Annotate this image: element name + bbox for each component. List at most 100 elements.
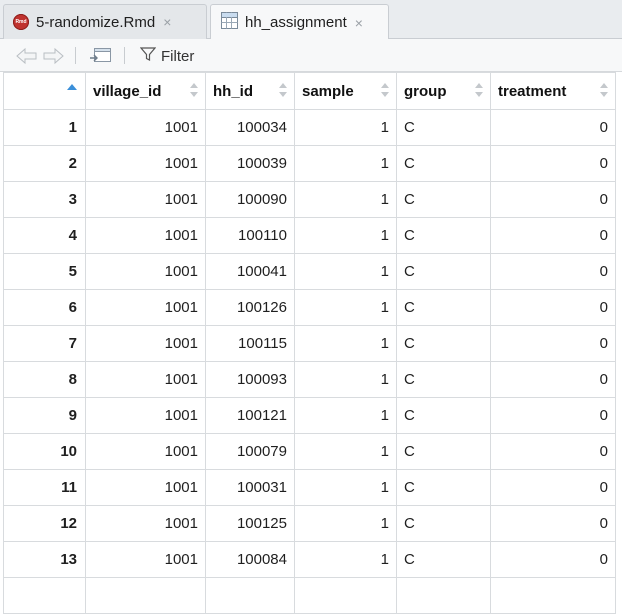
cell-sample: 1 (294, 505, 397, 542)
cell-group: C (396, 253, 491, 290)
cell-sample (294, 577, 397, 614)
filter-icon (139, 46, 157, 67)
back-arrow-icon[interactable] (16, 47, 38, 65)
cell-village-id: 1001 (85, 253, 206, 290)
cell-hh-id (205, 577, 295, 614)
cell-treatment: 0 (490, 325, 616, 362)
table-row[interactable]: 5 1001 100041 1 C 0 (3, 253, 616, 290)
table-row[interactable]: 1 1001 100034 1 C 0 (3, 109, 616, 146)
column-label: group (404, 82, 447, 100)
sort-toggle-icon (381, 83, 389, 97)
table-row[interactable]: 13 1001 100084 1 C 0 (3, 541, 616, 578)
table-row[interactable]: 12 1001 100125 1 C 0 (3, 505, 616, 542)
cell-hh-id: 100110 (205, 217, 295, 254)
data-grid: village_id hh_id sample group treatment … (3, 72, 616, 614)
column-header-sample[interactable]: sample (294, 72, 397, 110)
cell-village-id: 1001 (85, 541, 206, 578)
cell-sample: 1 (294, 145, 397, 182)
cell-village-id: 1001 (85, 109, 206, 146)
cell-treatment: 0 (490, 145, 616, 182)
cell-group: C (396, 217, 491, 254)
sort-ascending-icon (67, 84, 77, 90)
column-header-hh-id[interactable]: hh_id (205, 72, 295, 110)
header-row: village_id hh_id sample group treatment (3, 72, 616, 110)
sort-toggle-icon (279, 83, 287, 97)
cell-hh-id: 100039 (205, 145, 295, 182)
cell-group: C (396, 325, 491, 362)
cell-treatment (490, 577, 616, 614)
tab-hh-assignment[interactable]: hh_assignment × (210, 4, 389, 40)
row-number: 3 (3, 181, 86, 218)
forward-arrow-icon[interactable] (42, 47, 64, 65)
toolbar-separator (75, 47, 76, 64)
cell-group: C (396, 361, 491, 398)
table-row[interactable]: 8 1001 100093 1 C 0 (3, 361, 616, 398)
cell-village-id: 1001 (85, 433, 206, 470)
cell-treatment: 0 (490, 469, 616, 506)
cell-sample: 1 (294, 433, 397, 470)
cell-hh-id: 100041 (205, 253, 295, 290)
cell-hh-id: 100126 (205, 289, 295, 326)
cell-group: C (396, 145, 491, 182)
cell-hh-id: 100093 (205, 361, 295, 398)
table-row[interactable]: 7 1001 100115 1 C 0 (3, 325, 616, 362)
sort-toggle-icon (600, 83, 608, 97)
column-label: hh_id (213, 82, 253, 100)
row-number: 13 (3, 541, 86, 578)
table-row[interactable]: 10 1001 100079 1 C 0 (3, 433, 616, 470)
cell-sample: 1 (294, 253, 397, 290)
close-icon[interactable]: × (163, 14, 171, 30)
cell-village-id: 1001 (85, 361, 206, 398)
cell-treatment: 0 (490, 505, 616, 542)
table-row[interactable]: 11 1001 100031 1 C 0 (3, 469, 616, 506)
cell-group: C (396, 289, 491, 326)
cell-hh-id: 100125 (205, 505, 295, 542)
cell-treatment: 0 (490, 289, 616, 326)
sort-toggle-icon (475, 83, 483, 97)
tab-label: 5-randomize.Rmd (36, 13, 156, 31)
row-number: 5 (3, 253, 86, 290)
cell-treatment: 0 (490, 217, 616, 254)
cell-sample: 1 (294, 361, 397, 398)
cell-group: C (396, 505, 491, 542)
row-number: 1 (3, 109, 86, 146)
table-row[interactable] (3, 577, 616, 614)
tab-5-randomize-rmd[interactable]: Rmd 5-randomize.Rmd × (3, 4, 207, 39)
table-row[interactable]: 6 1001 100126 1 C 0 (3, 289, 616, 326)
cell-village-id: 1001 (85, 397, 206, 434)
row-index-header[interactable] (3, 72, 86, 110)
cell-sample: 1 (294, 325, 397, 362)
table-row[interactable]: 4 1001 100110 1 C 0 (3, 217, 616, 254)
column-header-treatment[interactable]: treatment (490, 72, 616, 110)
cell-group: C (396, 181, 491, 218)
column-header-village-id[interactable]: village_id (85, 72, 206, 110)
row-number: 6 (3, 289, 86, 326)
cell-village-id: 1001 (85, 181, 206, 218)
table-row[interactable]: 9 1001 100121 1 C 0 (3, 397, 616, 434)
editor-tab-bar: Rmd 5-randomize.Rmd × hh_assignment × (0, 0, 622, 40)
row-number: 2 (3, 145, 86, 182)
toolbar-separator (124, 47, 125, 64)
table-row[interactable]: 2 1001 100039 1 C 0 (3, 145, 616, 182)
row-number: 10 (3, 433, 86, 470)
table-body: 1 1001 100034 1 C 0 2 1001 100039 1 C 0 3 1001 100090 1… (3, 109, 616, 614)
cell-hh-id: 100079 (205, 433, 295, 470)
cell-village-id: 1001 (85, 325, 206, 362)
column-label: treatment (498, 82, 567, 100)
cell-treatment: 0 (490, 181, 616, 218)
cell-group: C (396, 469, 491, 506)
filter-button[interactable]: Filter (139, 46, 195, 67)
column-label: village_id (93, 82, 162, 100)
close-icon[interactable]: × (355, 15, 363, 31)
column-header-group[interactable]: group (396, 72, 491, 110)
column-label: sample (302, 82, 354, 100)
cell-group: C (396, 397, 491, 434)
cell-hh-id: 100031 (205, 469, 295, 506)
table-row[interactable]: 3 1001 100090 1 C 0 (3, 181, 616, 218)
filter-label: Filter (161, 48, 195, 65)
row-number: 7 (3, 325, 86, 362)
cell-treatment: 0 (490, 541, 616, 578)
popout-window-icon[interactable] (88, 46, 112, 65)
cell-village-id: 1001 (85, 469, 206, 506)
cell-hh-id: 100034 (205, 109, 295, 146)
